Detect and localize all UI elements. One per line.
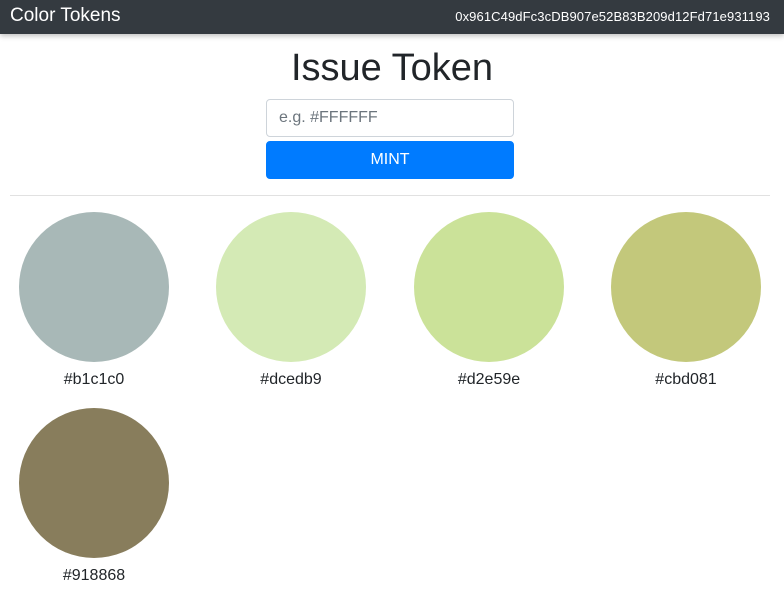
account-address: 0x961C49dFc3cDB907e52B83B209d12Fd71e9311…	[455, 9, 770, 24]
token-swatch	[611, 212, 761, 362]
token-label: #cbd081	[655, 371, 717, 388]
token-label: #918868	[62, 567, 126, 584]
page-title: Issue Token	[290, 47, 494, 89]
token-swatch	[19, 212, 169, 362]
token-card: #b1c1c0	[19, 212, 169, 392]
token-label: #dcedb9	[260, 371, 322, 388]
token-swatch	[414, 212, 564, 362]
mint-button[interactable]: MINT	[266, 141, 514, 179]
brand-title[interactable]: Color Tokens	[10, 5, 121, 27]
token-card: #dcedb9	[216, 212, 366, 392]
token-card: #cbd081	[611, 212, 761, 392]
token-label: #d2e59e	[457, 371, 521, 388]
token-card: #d2e59e	[414, 212, 564, 392]
divider	[10, 195, 770, 196]
token-card: #918868	[19, 408, 169, 588]
token-swatch	[19, 408, 169, 558]
token-swatch	[216, 212, 366, 362]
navbar: Color Tokens 0x961C49dFc3cDB907e52B83B20…	[0, 0, 784, 34]
color-input[interactable]	[266, 99, 514, 137]
token-label: #b1c1c0	[63, 371, 125, 388]
